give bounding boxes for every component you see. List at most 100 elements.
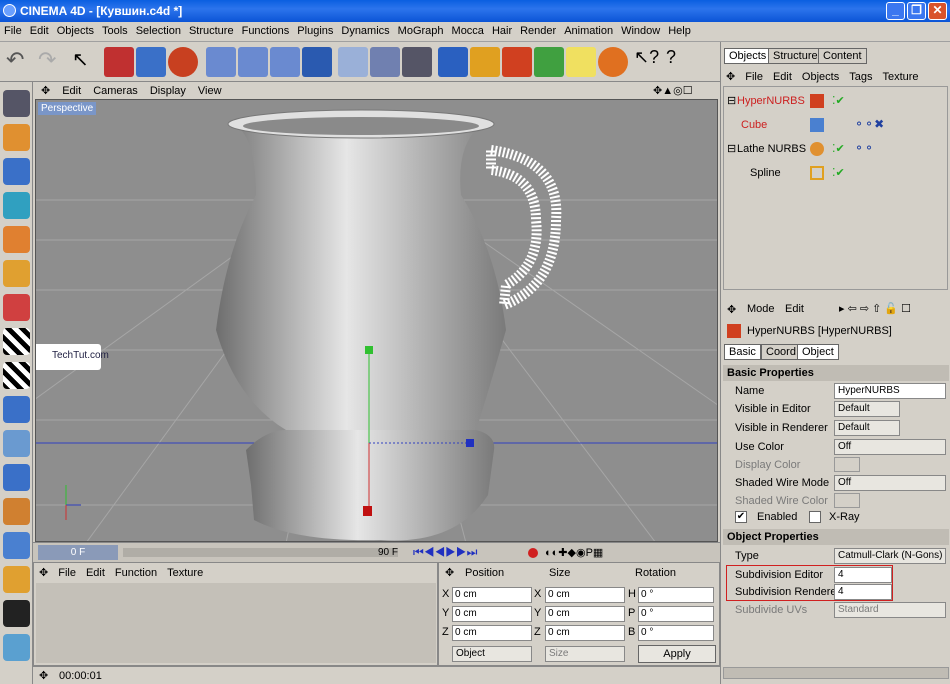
workplane-icon[interactable] (3, 498, 30, 525)
attr-scrollbar[interactable] (723, 667, 949, 679)
viewport-perspective[interactable]: Perspective TechTut.com (35, 99, 718, 542)
pos-x-input[interactable]: 0 cm (452, 587, 532, 603)
maximize-button[interactable]: ❐ (907, 2, 926, 20)
visible-renderer-select[interactable]: Default (834, 420, 900, 436)
attr-tab-object[interactable]: Object (797, 344, 839, 360)
render-view-icon[interactable] (338, 47, 368, 77)
material-area[interactable] (36, 583, 436, 663)
attr-pin-icon[interactable]: ✥ (727, 303, 736, 316)
select-arrow-icon[interactable]: ↖ (72, 47, 102, 77)
enabled-checkbox[interactable]: ✔ (735, 511, 747, 523)
material-menu-function[interactable]: Function (110, 564, 162, 582)
attr-nav-icons[interactable]: ▸ ⇦ ⇨ ⇧ 🔓 ☐ (839, 302, 911, 315)
apply-button[interactable]: Apply (638, 645, 716, 663)
coord-system-icon[interactable] (302, 47, 332, 77)
spline-icon[interactable] (470, 47, 500, 77)
undo-icon[interactable]: ↶ (6, 47, 36, 77)
menu-tools[interactable]: Tools (98, 22, 132, 37)
edges-mode-icon[interactable] (3, 260, 30, 287)
objects-menu-tags[interactable]: Tags (844, 67, 877, 87)
menu-dynamics[interactable]: Dynamics (337, 22, 393, 37)
time-slider[interactable] (123, 548, 398, 557)
record-icon[interactable] (528, 548, 538, 558)
attr-tab-basic[interactable]: Basic (724, 344, 761, 360)
tag-icon[interactable]: ⚬⚬ (854, 141, 874, 155)
rot-h-input[interactable]: 0 ° (638, 587, 714, 603)
tab-objects[interactable]: Objects (724, 48, 772, 64)
enabled-check-icon[interactable]: ⁚✔ (832, 166, 845, 179)
animate-icon[interactable] (3, 566, 30, 593)
menu-edit[interactable]: Edit (26, 22, 53, 37)
current-frame[interactable]: 0 F (38, 545, 118, 560)
shaded-wire-select[interactable]: Off (834, 475, 946, 491)
help-icon[interactable]: ? (666, 47, 696, 77)
enabled-check-icon[interactable]: ⁚✔ (832, 94, 845, 107)
objects-menu-texture[interactable]: Texture (877, 67, 923, 87)
array-icon[interactable] (534, 47, 564, 77)
scale-icon[interactable] (136, 47, 166, 77)
joint-icon[interactable] (3, 396, 30, 423)
size-y-input[interactable]: 0 cm (545, 606, 625, 622)
material-pin-icon[interactable]: ✥ (34, 563, 53, 582)
pos-y-input[interactable]: 0 cm (452, 606, 532, 622)
viewport-menu-display[interactable]: Display (144, 83, 192, 99)
redo-icon[interactable]: ↷ (38, 47, 68, 77)
rot-b-input[interactable]: 0 ° (638, 625, 714, 641)
object-row[interactable]: Cube ⚬⚬✖ (724, 117, 946, 135)
type-select[interactable]: Catmull-Clark (N-Gons) (834, 548, 946, 564)
sculpt-icon[interactable] (3, 600, 30, 627)
menu-help[interactable]: Help (664, 22, 695, 37)
render-settings-icon[interactable] (402, 47, 432, 77)
menu-mograph[interactable]: MoGraph (394, 22, 448, 37)
model-mode-icon[interactable] (3, 124, 30, 151)
x-axis-icon[interactable] (206, 47, 236, 77)
nurbs-icon[interactable] (502, 47, 532, 77)
tweak-icon[interactable] (3, 430, 30, 457)
object-axis-icon[interactable] (3, 158, 30, 185)
enabled-check-icon[interactable]: ⁚✔ (832, 142, 845, 155)
menu-file[interactable]: File (0, 22, 26, 37)
display-color-swatch[interactable] (834, 457, 860, 472)
z-axis-icon[interactable] (270, 47, 300, 77)
size-x-input[interactable]: 0 cm (545, 587, 625, 603)
objects-menu-objects[interactable]: Objects (797, 67, 844, 87)
layout-icon[interactable] (3, 90, 30, 117)
points-mode-icon[interactable] (3, 226, 30, 253)
menu-hair[interactable]: Hair (488, 22, 516, 37)
rotate-icon[interactable] (168, 47, 198, 77)
shaded-wire-color-swatch[interactable] (834, 493, 860, 508)
viewport-menu-view[interactable]: View (192, 83, 228, 99)
y-axis-icon[interactable] (238, 47, 268, 77)
tab-structure[interactable]: Structure (768, 48, 823, 64)
size-z-input[interactable]: 0 cm (545, 625, 625, 641)
deformer-icon[interactable] (598, 47, 628, 77)
collapse-icon[interactable]: ⊟ (727, 94, 736, 107)
material-menu-texture[interactable]: Texture (162, 564, 208, 582)
viewport-menu-edit[interactable]: Edit (56, 83, 87, 99)
object-row[interactable]: ⊟ HyperNURBS ⁚✔ (724, 93, 946, 111)
menu-window[interactable]: Window (617, 22, 664, 37)
objects-pin-icon[interactable]: ✥ (721, 66, 740, 87)
menu-selection[interactable]: Selection (132, 22, 185, 37)
viewport-pin-icon[interactable]: ✥ (33, 82, 56, 99)
visible-editor-select[interactable]: Default (834, 401, 900, 417)
menu-structure[interactable]: Structure (185, 22, 238, 37)
pos-z-input[interactable]: 0 cm (452, 625, 532, 641)
subdivide-uvs-select[interactable]: Standard (834, 602, 946, 618)
size-mode-select[interactable]: Size (545, 646, 625, 662)
objects-menu-edit[interactable]: Edit (768, 67, 797, 87)
menu-objects[interactable]: Objects (53, 22, 98, 37)
render-picture-icon[interactable] (370, 47, 400, 77)
menu-functions[interactable]: Functions (238, 22, 294, 37)
playback-controls[interactable]: ⏮◀◀▶▶⏭ (413, 545, 477, 560)
coord-pin-icon[interactable]: ✥ (445, 566, 454, 579)
name-field[interactable]: HyperNURBS (834, 383, 946, 399)
cube-icon[interactable] (438, 47, 468, 77)
tag-icons[interactable]: ⚬⚬✖ (854, 117, 884, 131)
attr-menu-mode[interactable]: Mode (747, 303, 775, 315)
tab-content[interactable]: Content (818, 48, 867, 64)
snap-icon[interactable] (3, 532, 30, 559)
rot-p-input[interactable]: 0 ° (638, 606, 714, 622)
use-color-select[interactable]: Off (834, 439, 946, 455)
xray-checkbox[interactable] (809, 511, 821, 523)
